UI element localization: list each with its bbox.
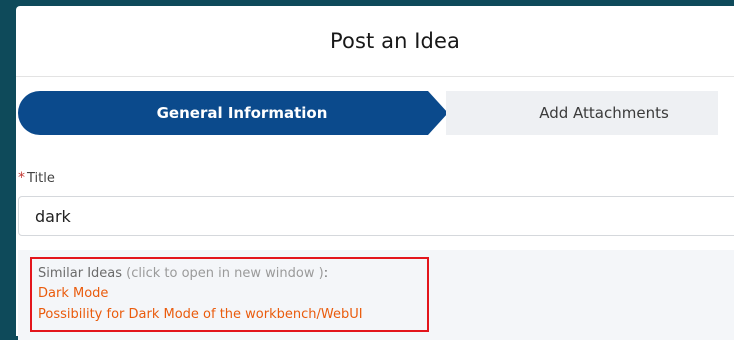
similar-ideas-box: Similar Ideas (click to open in new wind… bbox=[30, 257, 429, 332]
title-label-text: Title bbox=[27, 171, 55, 186]
required-marker: * bbox=[18, 170, 25, 186]
wizard-stepper: General Information Add Attachments bbox=[18, 91, 718, 135]
similar-ideas-title: Similar Ideas bbox=[38, 266, 123, 281]
similar-ideas-hint: (click to open in new window ) bbox=[126, 266, 324, 281]
step-label: General Information bbox=[156, 104, 328, 122]
title-field-label: * Title bbox=[18, 170, 55, 186]
similar-idea-link[interactable]: Possibility for Dark Mode of the workben… bbox=[38, 304, 421, 325]
similar-ideas-colon: : bbox=[323, 266, 329, 281]
title-input-value: dark bbox=[35, 206, 71, 226]
step-general-information[interactable]: General Information bbox=[18, 91, 448, 135]
title-input[interactable]: dark bbox=[18, 196, 734, 236]
step-add-attachments[interactable]: Add Attachments bbox=[446, 91, 718, 135]
similar-idea-link[interactable]: Dark Mode bbox=[38, 283, 421, 304]
dialog-header: Post an Idea bbox=[16, 6, 734, 77]
step-label: Add Attachments bbox=[539, 104, 669, 122]
similar-ideas-heading: Similar Ideas (click to open in new wind… bbox=[38, 264, 421, 283]
dialog-title: Post an Idea bbox=[330, 29, 460, 53]
